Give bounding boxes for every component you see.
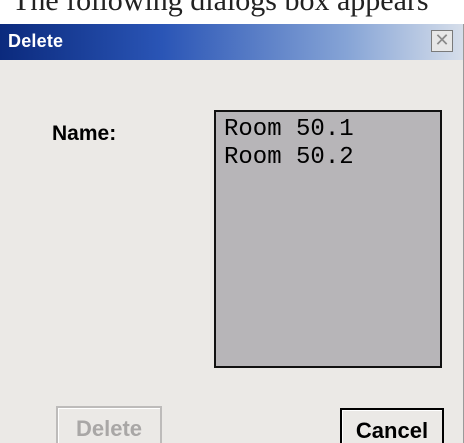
list-item[interactable]: Room 50.1 <box>224 116 432 144</box>
delete-dialog: Delete ✕ Name: Room 50.1 Room 50.2 Delet… <box>0 24 464 443</box>
close-icon: ✕ <box>434 30 450 51</box>
screen: The following dialogs box appears Delete… <box>0 0 464 443</box>
name-list[interactable]: Room 50.1 Room 50.2 <box>214 110 442 368</box>
cancel-button[interactable]: Cancel <box>340 408 444 443</box>
close-button[interactable]: ✕ <box>431 30 453 52</box>
list-item[interactable]: Room 50.2 <box>224 144 432 172</box>
title-bar: Delete ✕ <box>0 24 463 60</box>
dialog-title: Delete <box>8 31 64 51</box>
name-label: Name: <box>52 122 117 145</box>
background-text: The following dialogs box appears <box>12 0 429 17</box>
delete-button[interactable]: Delete <box>56 406 162 443</box>
